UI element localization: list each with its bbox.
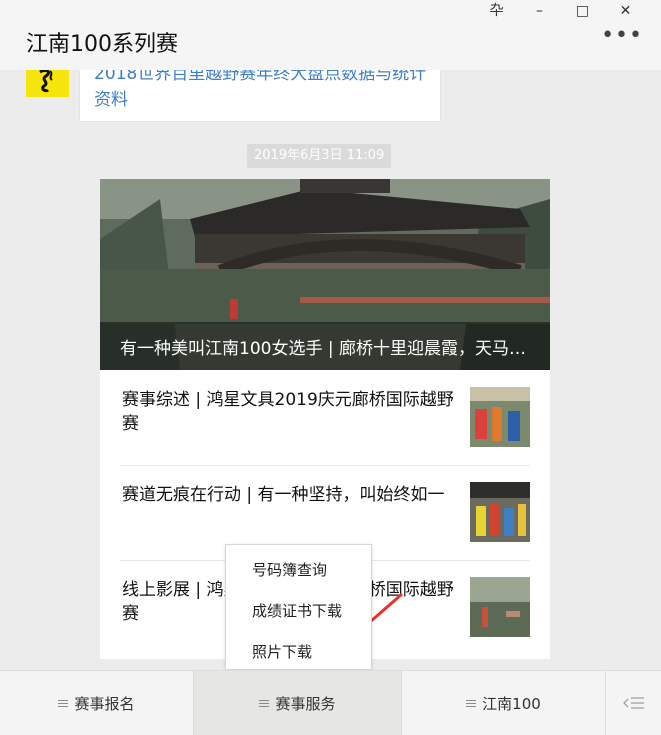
official-account-avatar[interactable] [26, 70, 69, 97]
keyboard-switch-icon [622, 697, 644, 709]
pin-icon[interactable]: 卆 [475, 3, 518, 19]
menu-item-bib-lookup[interactable]: 号码簿查询 [252, 559, 327, 580]
article-title[interactable]: 赛道无痕在行动 | 有一种坚持，叫始终如一 [122, 483, 457, 507]
bottom-menu: 赛事报名 赛事服务 江南100 [0, 670, 661, 735]
menu-tab-label: 赛事报名 [74, 694, 135, 713]
menu-tab-label: 江南100 [482, 694, 541, 713]
menu-item-certificate-download[interactable]: 成绩证书下载 [252, 600, 342, 621]
title-bar: 卆 – □ ✕ 江南100系列赛 ••• [0, 0, 661, 70]
menu-tab-registration[interactable]: 赛事报名 [0, 671, 194, 735]
cover-title[interactable]: 有一种美叫江南100女选手 | 廊桥十里迎晨霞，天马行空好风光 [120, 334, 530, 359]
cover-article[interactable]: 有一种美叫江南100女选手 | 廊桥十里迎晨霞，天马行空好风光 [100, 179, 550, 370]
menu-list-icon [58, 698, 69, 709]
service-popup-menu: 号码簿查询 成绩证书下载 照片下载 [225, 544, 372, 670]
menu-list-icon [466, 698, 477, 709]
minimize-icon[interactable]: – [518, 3, 561, 19]
runner-logo-icon [39, 70, 53, 93]
article-thumbnail [470, 387, 530, 447]
window-controls: 卆 – □ ✕ [475, 3, 647, 19]
menu-tab-label: 赛事服务 [275, 694, 336, 713]
close-icon[interactable]: ✕ [604, 3, 647, 19]
menu-tab-jiangnan100[interactable]: 江南100 [402, 671, 606, 735]
article-thumbnail [470, 482, 530, 542]
menu-list-icon [259, 698, 270, 709]
article-title[interactable]: 赛事综述 | 鸿星文具2019庆元廊桥国际越野赛 [122, 388, 457, 436]
chat-title: 江南100系列赛 [26, 32, 178, 57]
previous-article-link[interactable]: 2018世界百里越野赛年终大盘点数据与统计资料 [94, 70, 434, 113]
switch-to-keyboard-button[interactable] [606, 671, 661, 735]
article-thumbnail [470, 577, 530, 637]
menu-tab-services[interactable]: 赛事服务 [194, 671, 402, 735]
message-timestamp: 2019年6月3日 11:09 [247, 144, 392, 168]
more-options-icon[interactable]: ••• [601, 25, 643, 47]
article-item[interactable]: 赛事综述 | 鸿星文具2019庆元廊桥国际越野赛 [120, 370, 530, 466]
previous-message-bubble[interactable]: 2018世界百里越野赛年终大盘点数据与统计资料 [79, 70, 441, 122]
menu-item-photo-download[interactable]: 照片下载 [252, 641, 312, 662]
maximize-icon[interactable]: □ [561, 3, 604, 19]
cover-caption: 有一种美叫江南100女选手 | 廊桥十里迎晨霞，天马行空好风光 [100, 322, 550, 370]
